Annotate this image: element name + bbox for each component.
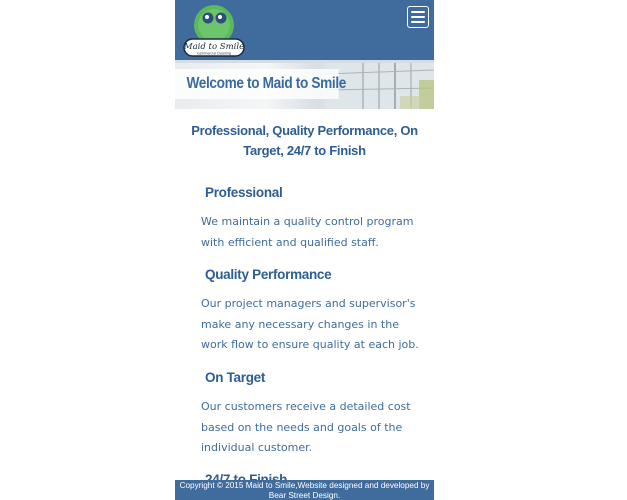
menu-bar	[411, 11, 425, 13]
section-heading-on-target: On Target	[205, 370, 266, 385]
section-text-on-target: Our customers receive a detailed cost ba…	[201, 400, 411, 454]
section-text-professional: We maintain a quality control program wi…	[201, 215, 414, 249]
site-logo[interactable]: Maid to Smile Commercial Cleaning	[181, 4, 247, 58]
hamburger-menu-button[interactable]	[407, 6, 429, 28]
section-heading-quality: Quality Performance	[205, 267, 332, 282]
section-heading-professional: Professional	[205, 185, 283, 200]
hero-banner: Welcome to Maid to Smile	[175, 60, 434, 109]
site-footer: Copyright © 2015 Maid to Smile,Website d…	[175, 480, 434, 500]
mobile-viewport: Maid to Smile Commercial Cleaning Welcom…	[175, 0, 434, 500]
section-text-quality: Our project managers and supervisor's ma…	[201, 297, 419, 351]
smile-logo-icon: Maid to Smile Commercial Cleaning	[183, 5, 245, 57]
hero-title: Welcome to Maid to Smile	[175, 69, 346, 99]
menu-bar	[411, 21, 425, 23]
menu-bar	[411, 16, 425, 18]
site-header: Maid to Smile Commercial Cleaning	[175, 0, 434, 60]
logo-subtext: Commercial Cleaning	[197, 52, 231, 56]
logo-text: Maid to Smile	[183, 42, 244, 52]
page-tagline: Professional, Quality Performance, On Ta…	[191, 123, 418, 158]
